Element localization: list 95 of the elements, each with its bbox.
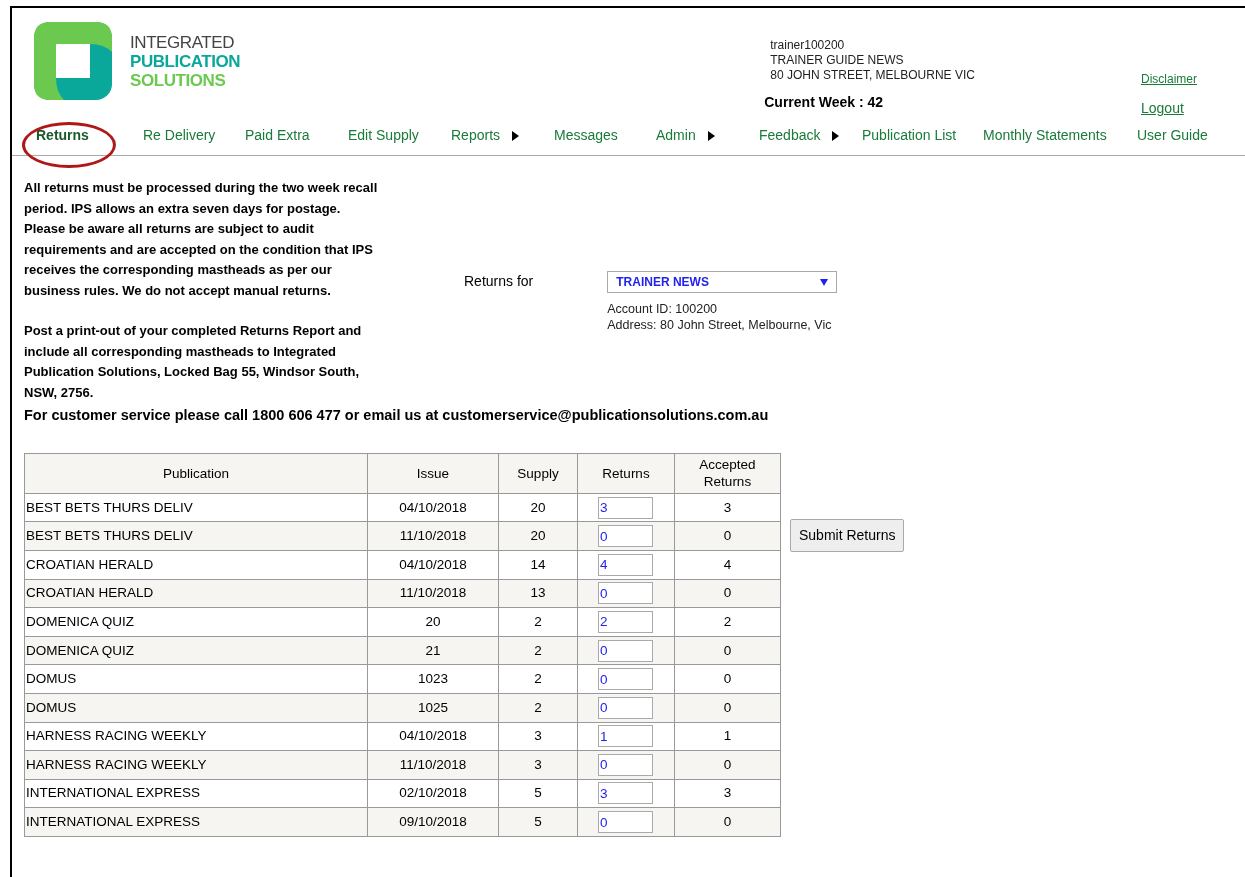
nav-item[interactable]: Monthly Statements	[977, 125, 1113, 146]
returns-input[interactable]: 3	[598, 496, 653, 519]
table-cell: 3	[674, 493, 781, 522]
logo-text: INTEGRATED	[130, 32, 236, 52]
column-header: Publication	[24, 453, 368, 494]
nav-item[interactable]: Publication List	[856, 125, 963, 146]
table-cell: 09/10/2018	[367, 807, 499, 837]
logo-text: PUBLICATION	[130, 51, 241, 71]
table-cell: DOMUS	[24, 664, 368, 694]
column-header: Issue	[367, 453, 499, 494]
table-cell: 11/10/2018	[367, 750, 499, 780]
table-cell: INTERNATIONAL EXPRESS	[24, 779, 368, 808]
table-cell: 2	[498, 607, 578, 637]
returns-input[interactable]: 0	[598, 525, 653, 548]
table-cell: 11/10/2018	[367, 579, 499, 608]
nav-item[interactable]: Edit Supply	[342, 125, 425, 146]
returns-input[interactable]: 2	[598, 610, 653, 633]
table-cell: 13	[498, 579, 578, 608]
table-cell: 2	[498, 636, 578, 665]
nav-item[interactable]: Messages	[548, 125, 624, 146]
table-cell: 21	[367, 636, 499, 665]
nav-item[interactable]: Admin	[650, 125, 702, 146]
table-cell: HARNESS RACING WEEKLY	[24, 750, 368, 780]
nav-item[interactable]: Feedback	[753, 125, 827, 146]
instruction-paragraph: Post a print-out of your completed Returns Report and include all corresponding mastheads to Integrated Publication Solutions, Locked Bag 55, Windsor South, NSW, 2756.	[24, 322, 363, 402]
table-cell: 3	[498, 750, 578, 780]
instruction-paragraph: All returns must be processed during the two week recall period. IPS allows an extra seven days for postage. Please be aware all returns are subject to audit requirements and are accepted on the condition that IPS receives the corresponding mastheads as per our business rules. We do not accept manual returns.	[24, 179, 379, 300]
column-header: Supply	[498, 453, 578, 494]
table-cell: 0	[674, 579, 781, 608]
logo-text: SOLUTIONS	[130, 70, 227, 90]
table-cell: BEST BETS THURS DELIV	[24, 521, 368, 551]
table-cell: 04/10/2018	[367, 722, 499, 751]
table-cell: 20	[367, 607, 499, 637]
username: trainer100200	[770, 38, 846, 53]
table-cell: 2	[498, 664, 578, 694]
table-cell: CROATIAN HERALD	[24, 579, 368, 608]
table-cell: DOMENICA QUIZ	[24, 607, 368, 637]
table-cell: 1	[674, 722, 781, 751]
returns-input[interactable]: 4	[598, 553, 653, 576]
table-cell: 2	[674, 607, 781, 637]
table-cell: 0	[674, 636, 781, 665]
nav-item[interactable]: Reports	[445, 125, 507, 146]
table-cell: HARNESS RACING WEEKLY	[24, 722, 368, 751]
table-cell: CROATIAN HERALD	[24, 550, 368, 580]
customer-service-text: For customer service please call 1800 606 477 or email us at customerservice@publicationsolutions.com.au	[23, 406, 770, 425]
account-dropdown[interactable]: TRAINER NEWS	[607, 271, 838, 293]
link[interactable]: Disclaimer	[1141, 70, 1197, 88]
table-cell: 4	[674, 550, 781, 580]
link[interactable]: Logout	[1141, 98, 1197, 119]
nav-item[interactable]: Returns	[30, 125, 95, 146]
table-cell: 0	[674, 807, 781, 837]
current-week: Current Week : 42	[764, 93, 884, 112]
table-cell: 5	[498, 779, 578, 808]
returns-input[interactable]: 0	[598, 753, 653, 776]
returns-input[interactable]: 0	[598, 811, 653, 834]
returns-input[interactable]: 0	[598, 696, 653, 719]
column-header: Accepted Returns	[674, 453, 781, 494]
nav-item[interactable]: Re Delivery	[137, 125, 222, 146]
submit-returns-button[interactable]: Submit Returns	[790, 518, 905, 552]
nav-item[interactable]: User Guide	[1131, 125, 1214, 146]
logo-icon	[34, 22, 112, 100]
returns-input[interactable]: 1	[598, 725, 653, 748]
account-id: Account ID: 100200	[607, 301, 719, 317]
table-cell: 2	[498, 693, 578, 722]
account-address: Address: 80 John Street, Melbourne, Vic	[607, 317, 833, 333]
returns-input[interactable]: 0	[598, 668, 653, 691]
account-address: 80 JOHN STREET, MELBOURNE VIC	[770, 68, 975, 83]
table-cell: 0	[674, 750, 781, 780]
table-cell: 3	[674, 779, 781, 808]
table-cell: DOMENICA QUIZ	[24, 636, 368, 665]
table-cell: INTERNATIONAL EXPRESS	[24, 807, 368, 837]
table-cell: 0	[674, 521, 781, 551]
nav-item[interactable]: Paid Extra	[239, 125, 316, 146]
table-cell: 5	[498, 807, 578, 837]
table-cell: 02/10/2018	[367, 779, 499, 808]
dropdown-arrow-icon	[820, 278, 829, 286]
table-cell: 04/10/2018	[367, 550, 499, 580]
account-name: TRAINER GUIDE NEWS	[770, 53, 905, 68]
returns-input[interactable]: 0	[598, 582, 653, 605]
table-cell: 0	[674, 664, 781, 694]
table-cell: DOMUS	[24, 693, 368, 722]
column-header: Returns	[577, 453, 675, 494]
table-cell: 20	[498, 493, 578, 522]
returns-input[interactable]: 0	[598, 639, 653, 662]
table-cell: 1023	[367, 664, 499, 694]
returns-for-label: Returns for	[464, 272, 534, 291]
table-cell: 0	[674, 693, 781, 722]
table-cell: 1025	[367, 693, 499, 722]
table-cell: 04/10/2018	[367, 493, 499, 522]
returns-input[interactable]: 3	[598, 782, 653, 805]
table-cell: 11/10/2018	[367, 521, 499, 551]
table-cell: 14	[498, 550, 578, 580]
table-cell: BEST BETS THURS DELIV	[24, 493, 368, 522]
table-cell: 3	[498, 722, 578, 751]
table-cell: 20	[498, 521, 578, 551]
